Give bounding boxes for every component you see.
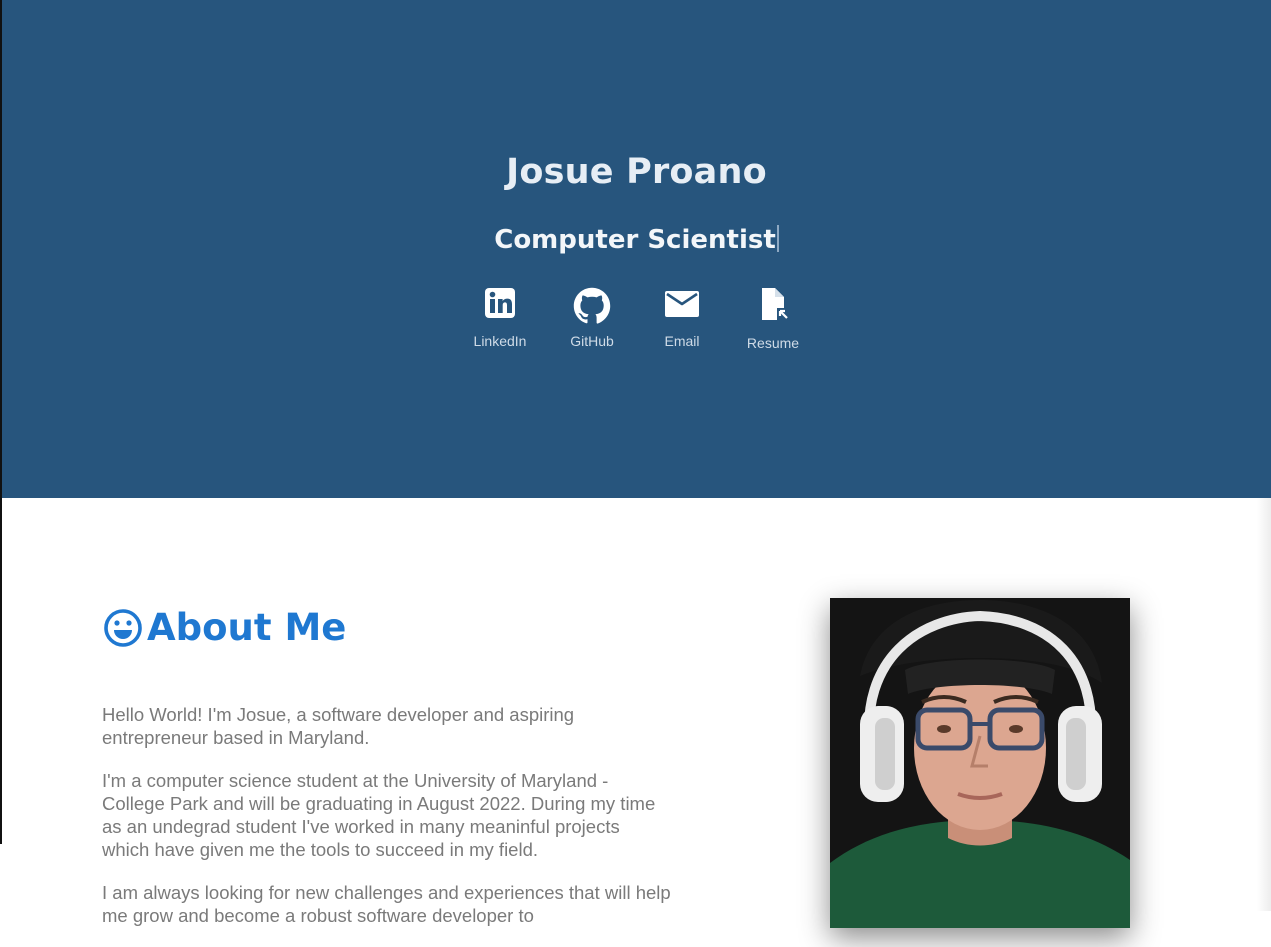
about-paragraph: Hello World! I'm Josue, a software devel… [102, 704, 575, 748]
about-text: Hello World! I'm Josue, a software devel… [102, 703, 672, 947]
about-title-text: About Me [147, 606, 347, 649]
github-icon [573, 287, 611, 324]
linkedin-icon [485, 288, 515, 318]
github-link[interactable]: GitHub [552, 287, 632, 349]
github-label: GitHub [570, 333, 614, 349]
hero-role: Computer Scientist [2, 225, 1271, 255]
email-link[interactable]: Email [642, 287, 722, 349]
resume-link[interactable]: Resume [733, 287, 813, 351]
profile-photo-image [830, 598, 1130, 928]
linkedin-link[interactable]: LinkedIn [460, 287, 540, 349]
email-icon [665, 291, 699, 317]
social-links: LinkedIn GitHub Email Resume [2, 287, 1271, 357]
about-paragraph: I'm a computer science student at the Un… [102, 770, 656, 860]
resume-file-icon [762, 288, 789, 320]
typing-cursor [776, 225, 779, 252]
about-paragraph: I am always looking for new challenges a… [102, 882, 671, 926]
hero-section: Josue Proano Computer Scientist LinkedIn… [2, 0, 1271, 498]
about-title: About Me [103, 606, 346, 649]
linkedin-label: LinkedIn [473, 333, 527, 349]
email-label: Email [664, 333, 700, 349]
right-edge-shade [1257, 498, 1271, 911]
resume-label: Resume [746, 335, 800, 351]
hero-name: Josue Proano [506, 152, 767, 192]
hero-role-text: Computer Scientist [494, 225, 776, 255]
profile-photo [830, 598, 1130, 928]
smiley-icon [104, 608, 142, 647]
